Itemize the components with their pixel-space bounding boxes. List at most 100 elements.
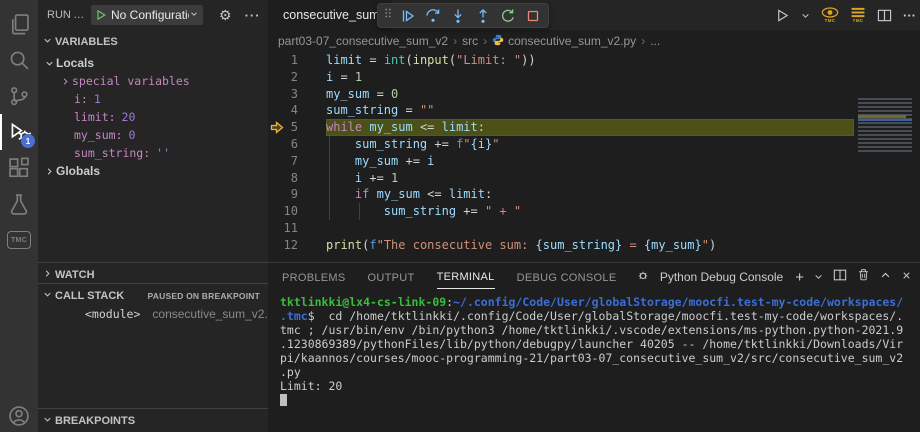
continue-button[interactable] — [397, 5, 418, 27]
variable-row[interactable]: i:1 — [38, 90, 268, 108]
panel-tab-debug-console[interactable]: DEBUG CONSOLE — [517, 266, 617, 289]
code-line-10[interactable]: 10 sum_string += " + " — [268, 203, 920, 220]
run-file-button[interactable] — [775, 8, 790, 23]
stack-frame-row[interactable]: <module> consecutive_sum_v2.py — [38, 305, 268, 323]
code-line-6[interactable]: 6 sum_string += f"{i}" — [268, 136, 920, 153]
stop-button[interactable] — [522, 5, 543, 27]
more-actions-icon[interactable]: ··· — [245, 8, 261, 23]
maximize-panel-icon[interactable] — [880, 268, 891, 286]
debug-badge: 1 — [21, 134, 35, 148]
tmc-menu-icon[interactable]: TMC — [850, 7, 866, 24]
minimap-highlight — [858, 115, 906, 118]
toolbar-drag-handle[interactable] — [383, 6, 393, 25]
code-line-12[interactable]: 12print(f"The consecutive sum: {sum_stri… — [268, 237, 920, 254]
terminal-output[interactable]: tktlinkki@lx4-cs-link-09:~/.config/Code/… — [280, 295, 916, 432]
account-icon[interactable] — [0, 398, 38, 432]
chevron-right-icon — [42, 268, 53, 282]
chevron-right-icon — [44, 166, 56, 177]
code-line-8[interactable]: 8 i += 1 — [268, 170, 920, 187]
breadcrumb-item[interactable]: part03-07_consecutive_sum_v2 — [278, 34, 448, 48]
breadcrumb-item[interactable]: consecutive_sum_v2.py — [492, 34, 636, 49]
gear-icon[interactable]: ⚙ — [219, 7, 232, 24]
locals-group[interactable]: Locals — [38, 54, 268, 72]
code-line-7[interactable]: 7 my_sum += i — [268, 153, 920, 170]
variable-row[interactable]: sum_string:'' — [38, 144, 268, 162]
kill-terminal-icon[interactable] — [857, 268, 870, 286]
current-line-pointer-icon — [270, 121, 284, 137]
code-line-9[interactable]: 9 if my_sum <= limit: — [268, 186, 920, 203]
pane-divider[interactable] — [38, 408, 268, 409]
vscode-window: 1 TMC RUN AND DEBUG No Configurations ⚙ … — [0, 0, 920, 432]
variable-row[interactable]: my_sum:0 — [38, 126, 268, 144]
panel-tab-output[interactable]: OUTPUT — [368, 266, 415, 289]
step-out-button[interactable] — [472, 5, 493, 27]
panel-tab-terminal[interactable]: TERMINAL — [437, 265, 495, 289]
run-and-debug-icon[interactable]: 1 — [0, 114, 38, 150]
debug-config-dropdown[interactable]: No Configurations — [91, 5, 203, 25]
special-variables-row[interactable]: special variables — [38, 72, 268, 90]
split-terminal-icon[interactable] — [833, 268, 847, 287]
breakpoints-section-header[interactable]: BREAKPOINTS — [38, 412, 268, 430]
chevron-down-icon — [42, 289, 53, 303]
editor-more-icon[interactable]: ··· — [903, 8, 916, 23]
code-editor[interactable]: 1limit = int(input("Limit: "))2i = 13my_… — [268, 52, 920, 262]
step-into-button[interactable] — [447, 5, 468, 27]
testing-beaker-icon[interactable] — [0, 186, 38, 222]
run-dropdown-chevron-icon[interactable] — [801, 11, 810, 20]
code-line-5[interactable]: 5while my_sum <= limit: — [268, 119, 920, 136]
call-stack-title: CALL STACK — [55, 290, 124, 302]
close-panel-icon[interactable] — [901, 268, 912, 286]
restart-button[interactable] — [497, 5, 518, 27]
breadcrumb-item[interactable]: src — [462, 34, 478, 48]
chevron-down-icon — [42, 414, 53, 428]
pane-divider[interactable] — [38, 283, 268, 284]
breakpoints-title: BREAKPOINTS — [55, 415, 135, 427]
debug-config-value: No Configurations — [111, 8, 189, 22]
step-over-button[interactable] — [422, 5, 443, 27]
globals-group[interactable]: Globals — [38, 162, 268, 180]
terminal-line: .tmc$ cd /home/tktlinkki/.config/Code/Us… — [280, 309, 916, 323]
tmc-icon[interactable]: TMC — [0, 222, 38, 258]
terminal-cursor — [280, 394, 287, 406]
code-line-3[interactable]: 3my_sum = 0 — [268, 86, 920, 103]
variables-title: VARIABLES — [55, 36, 118, 48]
extensions-icon[interactable] — [0, 150, 38, 186]
variable-row[interactable]: limit:20 — [38, 108, 268, 126]
start-debug-icon — [95, 9, 107, 21]
terminal-line: .1230869389/pythonFiles/lib/python/debug… — [280, 337, 916, 351]
explorer-icon[interactable] — [0, 6, 38, 42]
panel-actions: Python Debug Console + — [636, 263, 912, 291]
frame-source: consecutive_sum_v2.py — [152, 307, 280, 321]
editor-tab-bar: consecutive_sum_v2.py TMC TMC ··· — [268, 0, 920, 30]
terminal-dropdown-chevron-icon[interactable] — [814, 268, 823, 286]
watch-section-header[interactable]: WATCH — [38, 266, 268, 284]
paused-status-badge: PAUSED ON BREAKPOINT — [148, 291, 260, 301]
tab-label: consecutive_sum_v2.py — [283, 8, 392, 22]
variables-section-header[interactable]: VARIABLES — [38, 33, 268, 51]
panel-tab-problems[interactable]: PROBLEMS — [282, 266, 346, 289]
call-stack-section-header[interactable]: CALL STACK PAUSED ON BREAKPOINT — [38, 287, 268, 305]
editor-actions: TMC TMC ··· — [775, 0, 916, 30]
breadcrumb-item[interactable]: ... — [650, 34, 660, 48]
minimap-line — [858, 119, 912, 121]
terminal-line: tktlinkki@lx4-cs-link-09:~/.config/Code/… — [280, 295, 916, 309]
source-control-icon[interactable] — [0, 78, 38, 114]
search-icon[interactable] — [0, 42, 38, 78]
activity-bar: 1 TMC — [0, 0, 38, 432]
tmc-submit-icon[interactable]: TMC — [821, 7, 839, 24]
pane-divider[interactable] — [38, 262, 268, 263]
split-editor-icon[interactable] — [877, 8, 892, 23]
editor-tab[interactable]: consecutive_sum_v2.py — [268, 0, 392, 30]
code-line-4[interactable]: 4sum_string = "" — [268, 102, 920, 119]
code-line-11[interactable]: 11 — [268, 220, 920, 237]
code-line-2[interactable]: 2i = 1 — [268, 69, 920, 86]
debug-toolbar — [377, 3, 549, 28]
breadcrumb-separator: › — [641, 34, 645, 48]
terminal-line — [280, 393, 916, 407]
code-line-1[interactable]: 1limit = int(input("Limit: ")) — [268, 52, 920, 69]
new-terminal-icon[interactable]: + — [795, 269, 804, 286]
minimap[interactable] — [858, 98, 912, 154]
terminal-line: tmc ; /usr/bin/env /bin/python3 /home/tk… — [280, 323, 916, 337]
breadcrumb: part03-07_consecutive_sum_v2›src›consecu… — [268, 30, 920, 52]
terminal-selector[interactable]: Python Debug Console — [660, 270, 783, 284]
